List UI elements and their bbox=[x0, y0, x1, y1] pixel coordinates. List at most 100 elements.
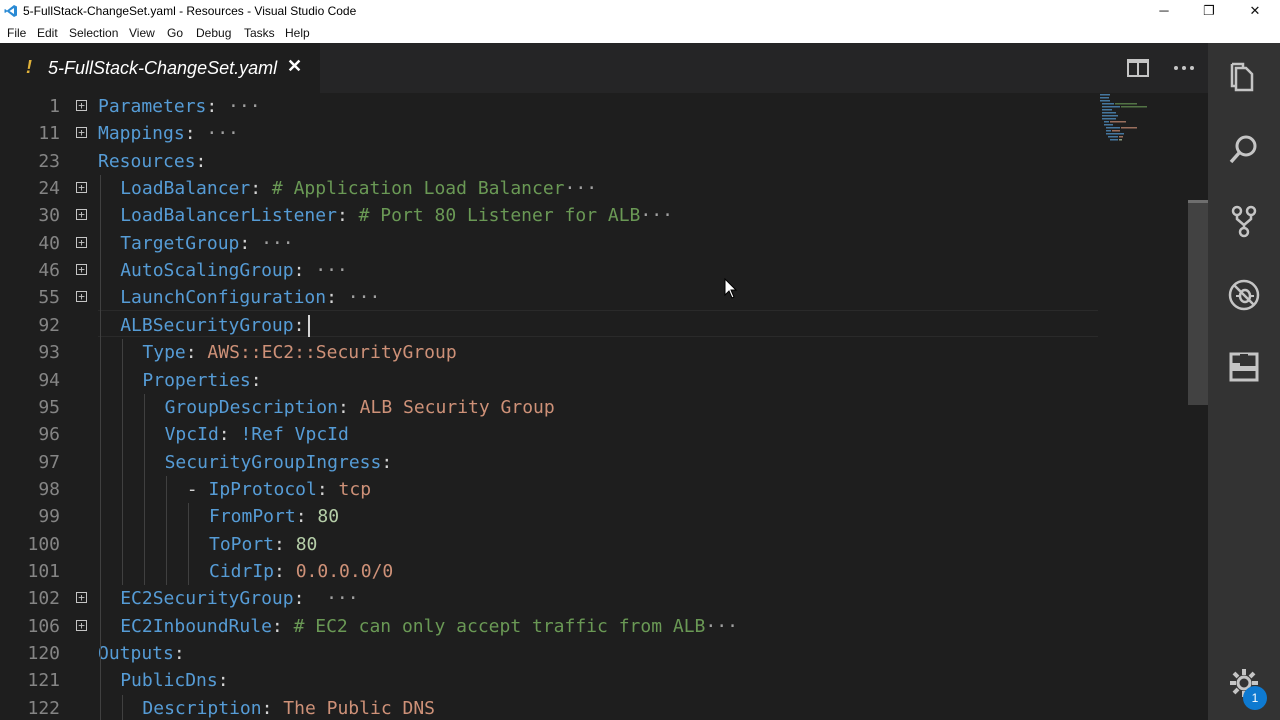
tab-close-button[interactable]: ✕ bbox=[287, 56, 302, 77]
close-window-button[interactable]: ✕ bbox=[1232, 0, 1278, 22]
colon: : bbox=[250, 370, 262, 391]
vscode-logo-icon bbox=[4, 5, 17, 17]
code-line[interactable]: 92 ALBSecurityGroup: bbox=[0, 312, 1190, 339]
code-line[interactable]: 120 Outputs: bbox=[0, 640, 1190, 667]
yaml-key: Parameters bbox=[98, 96, 207, 117]
yaml-key: PublicDns bbox=[120, 670, 218, 691]
yaml-key: IpProtocol bbox=[208, 479, 317, 500]
expand-fold-icon[interactable]: + bbox=[76, 237, 87, 248]
yaml-key: ALBSecurityGroup bbox=[120, 315, 294, 336]
code-line[interactable]: 40 + TargetGroup: ··· bbox=[0, 230, 1190, 257]
folded-ellipsis[interactable]: ··· bbox=[304, 260, 348, 281]
yaml-key: Properties bbox=[142, 370, 251, 391]
code-line[interactable]: 96 VpcId: !Ref VpcId bbox=[0, 421, 1190, 448]
code-text: PublicDns: bbox=[120, 667, 228, 694]
code-text: ToPort: 80 bbox=[209, 531, 317, 558]
code-line[interactable]: 30 + LoadBalancerListener: # Port 80 Liste… bbox=[0, 202, 1190, 229]
expand-fold-icon[interactable]: + bbox=[76, 592, 87, 603]
code-text: Outputs: bbox=[98, 640, 185, 667]
yaml-value: The Public DNS bbox=[272, 698, 436, 719]
restore-button[interactable]: ❐ bbox=[1186, 0, 1232, 22]
vertical-scrollbar[interactable] bbox=[1188, 93, 1208, 720]
code-line[interactable]: 102 + EC2SecurityGroup: ··· bbox=[0, 585, 1190, 612]
code-line[interactable]: 24 + LoadBalancer: # Application Load Bala… bbox=[0, 175, 1190, 202]
menu-file[interactable]: File bbox=[7, 26, 26, 40]
menu-selection[interactable]: Selection bbox=[69, 26, 118, 40]
code-line[interactable]: 106 + EC2InboundRule: # EC2 can only accep… bbox=[0, 613, 1190, 640]
expand-fold-icon[interactable]: + bbox=[76, 100, 87, 111]
folded-ellipsis[interactable]: ··· bbox=[705, 616, 738, 637]
code-line[interactable]: 99 FromPort: 80 bbox=[0, 503, 1190, 530]
code-text: Resources: bbox=[98, 148, 206, 175]
scrollbar-thumb[interactable] bbox=[1188, 200, 1208, 405]
code-text: - IpProtocol: tcp bbox=[187, 476, 371, 503]
indent-guide bbox=[188, 503, 189, 585]
code-line[interactable]: 23 Resources: bbox=[0, 148, 1190, 175]
minimap[interactable] bbox=[1098, 93, 1158, 143]
yaml-value: 0.0.0.0/0 bbox=[284, 561, 394, 582]
code-line[interactable]: 94 Properties: bbox=[0, 367, 1190, 394]
expand-fold-icon[interactable]: + bbox=[76, 182, 87, 193]
code-text: EC2InboundRule: # EC2 can only accept tr… bbox=[120, 613, 738, 640]
indent-guide bbox=[144, 394, 145, 585]
menu-tasks[interactable]: Tasks bbox=[244, 26, 275, 40]
folded-ellipsis[interactable]: ··· bbox=[217, 96, 261, 117]
extensions-icon[interactable] bbox=[1226, 349, 1262, 385]
line-number: 11 bbox=[38, 123, 60, 144]
indent-guide bbox=[122, 695, 123, 720]
menu-debug[interactable]: Debug bbox=[196, 26, 231, 40]
line-number: 30 bbox=[38, 205, 60, 226]
code-line[interactable]: 55 + LaunchConfiguration: ··· bbox=[0, 284, 1190, 311]
explorer-icon[interactable] bbox=[1226, 60, 1262, 96]
code-line[interactable]: 98 - IpProtocol: tcp bbox=[0, 476, 1190, 503]
more-actions-icon[interactable] bbox=[1171, 55, 1197, 81]
debug-icon[interactable] bbox=[1226, 277, 1262, 313]
code-line[interactable]: 101 CidrIp: 0.0.0.0/0 bbox=[0, 558, 1190, 585]
code-line[interactable]: 122 Description: The Public DNS bbox=[0, 695, 1190, 720]
menu-view[interactable]: View bbox=[129, 26, 155, 40]
overview-ruler-mark bbox=[1188, 200, 1208, 203]
code-line[interactable]: 95 GroupDescription: ALB Security Group bbox=[0, 394, 1190, 421]
code-line[interactable]: 93 Type: AWS::EC2::SecurityGroup bbox=[0, 339, 1190, 366]
split-editor-icon[interactable] bbox=[1125, 55, 1151, 81]
expand-fold-icon[interactable]: + bbox=[76, 209, 87, 220]
source-control-icon[interactable] bbox=[1226, 203, 1262, 239]
code-editor[interactable]: 1 + Parameters: ··· 11 + Mappings: ··· 23 Resou… bbox=[0, 93, 1208, 720]
folded-ellipsis[interactable]: ··· bbox=[565, 178, 598, 199]
yaml-comment: # Application Load Balancer bbox=[261, 178, 565, 199]
code-line[interactable]: 46 + AutoScalingGroup: ··· bbox=[0, 257, 1190, 284]
yaml-key: Resources bbox=[98, 151, 196, 172]
yaml-key: EC2SecurityGroup bbox=[120, 588, 294, 609]
code-line[interactable]: 1 + Parameters: ··· bbox=[0, 93, 1190, 120]
line-number: 98 bbox=[38, 479, 60, 500]
code-line[interactable]: 97 SecurityGroupIngress: bbox=[0, 449, 1190, 476]
folded-ellipsis[interactable]: ··· bbox=[640, 205, 673, 226]
folded-ellipsis[interactable]: ··· bbox=[250, 233, 294, 254]
expand-fold-icon[interactable]: + bbox=[76, 620, 87, 631]
minimize-button[interactable]: ─ bbox=[1141, 0, 1187, 22]
expand-fold-icon[interactable]: + bbox=[76, 127, 87, 138]
menu-edit[interactable]: Edit bbox=[37, 26, 58, 40]
code-line[interactable]: 11 + Mappings: ··· bbox=[0, 120, 1190, 147]
yaml-comment: # Port 80 Listener for ALB bbox=[347, 205, 641, 226]
menu-go[interactable]: Go bbox=[167, 26, 183, 40]
tab-5-fullstack-changeset[interactable]: ! 5-FullStack-ChangeSet.yaml ✕ bbox=[0, 43, 320, 93]
code-text: LoadBalancer: # Application Load Balance… bbox=[120, 175, 597, 202]
colon: : bbox=[316, 479, 328, 500]
yaml-key: SecurityGroupIngress bbox=[164, 452, 382, 473]
folded-ellipsis[interactable]: ··· bbox=[337, 287, 381, 308]
colon: : bbox=[274, 534, 285, 555]
folded-ellipsis[interactable]: ··· bbox=[196, 123, 239, 144]
yaml-key: Mappings bbox=[98, 123, 185, 144]
expand-fold-icon[interactable]: + bbox=[76, 264, 87, 275]
settings-update-badge: 1 bbox=[1243, 686, 1267, 710]
code-line[interactable]: 121 PublicDns: bbox=[0, 667, 1190, 694]
folded-ellipsis[interactable]: ··· bbox=[304, 588, 359, 609]
menu-help[interactable]: Help bbox=[285, 26, 310, 40]
colon: : bbox=[173, 643, 185, 664]
search-icon[interactable] bbox=[1226, 132, 1262, 168]
colon: : bbox=[336, 205, 348, 226]
code-line[interactable]: 100 ToPort: 80 bbox=[0, 531, 1190, 558]
expand-fold-icon[interactable]: + bbox=[76, 291, 87, 302]
indent-guide bbox=[100, 175, 101, 720]
